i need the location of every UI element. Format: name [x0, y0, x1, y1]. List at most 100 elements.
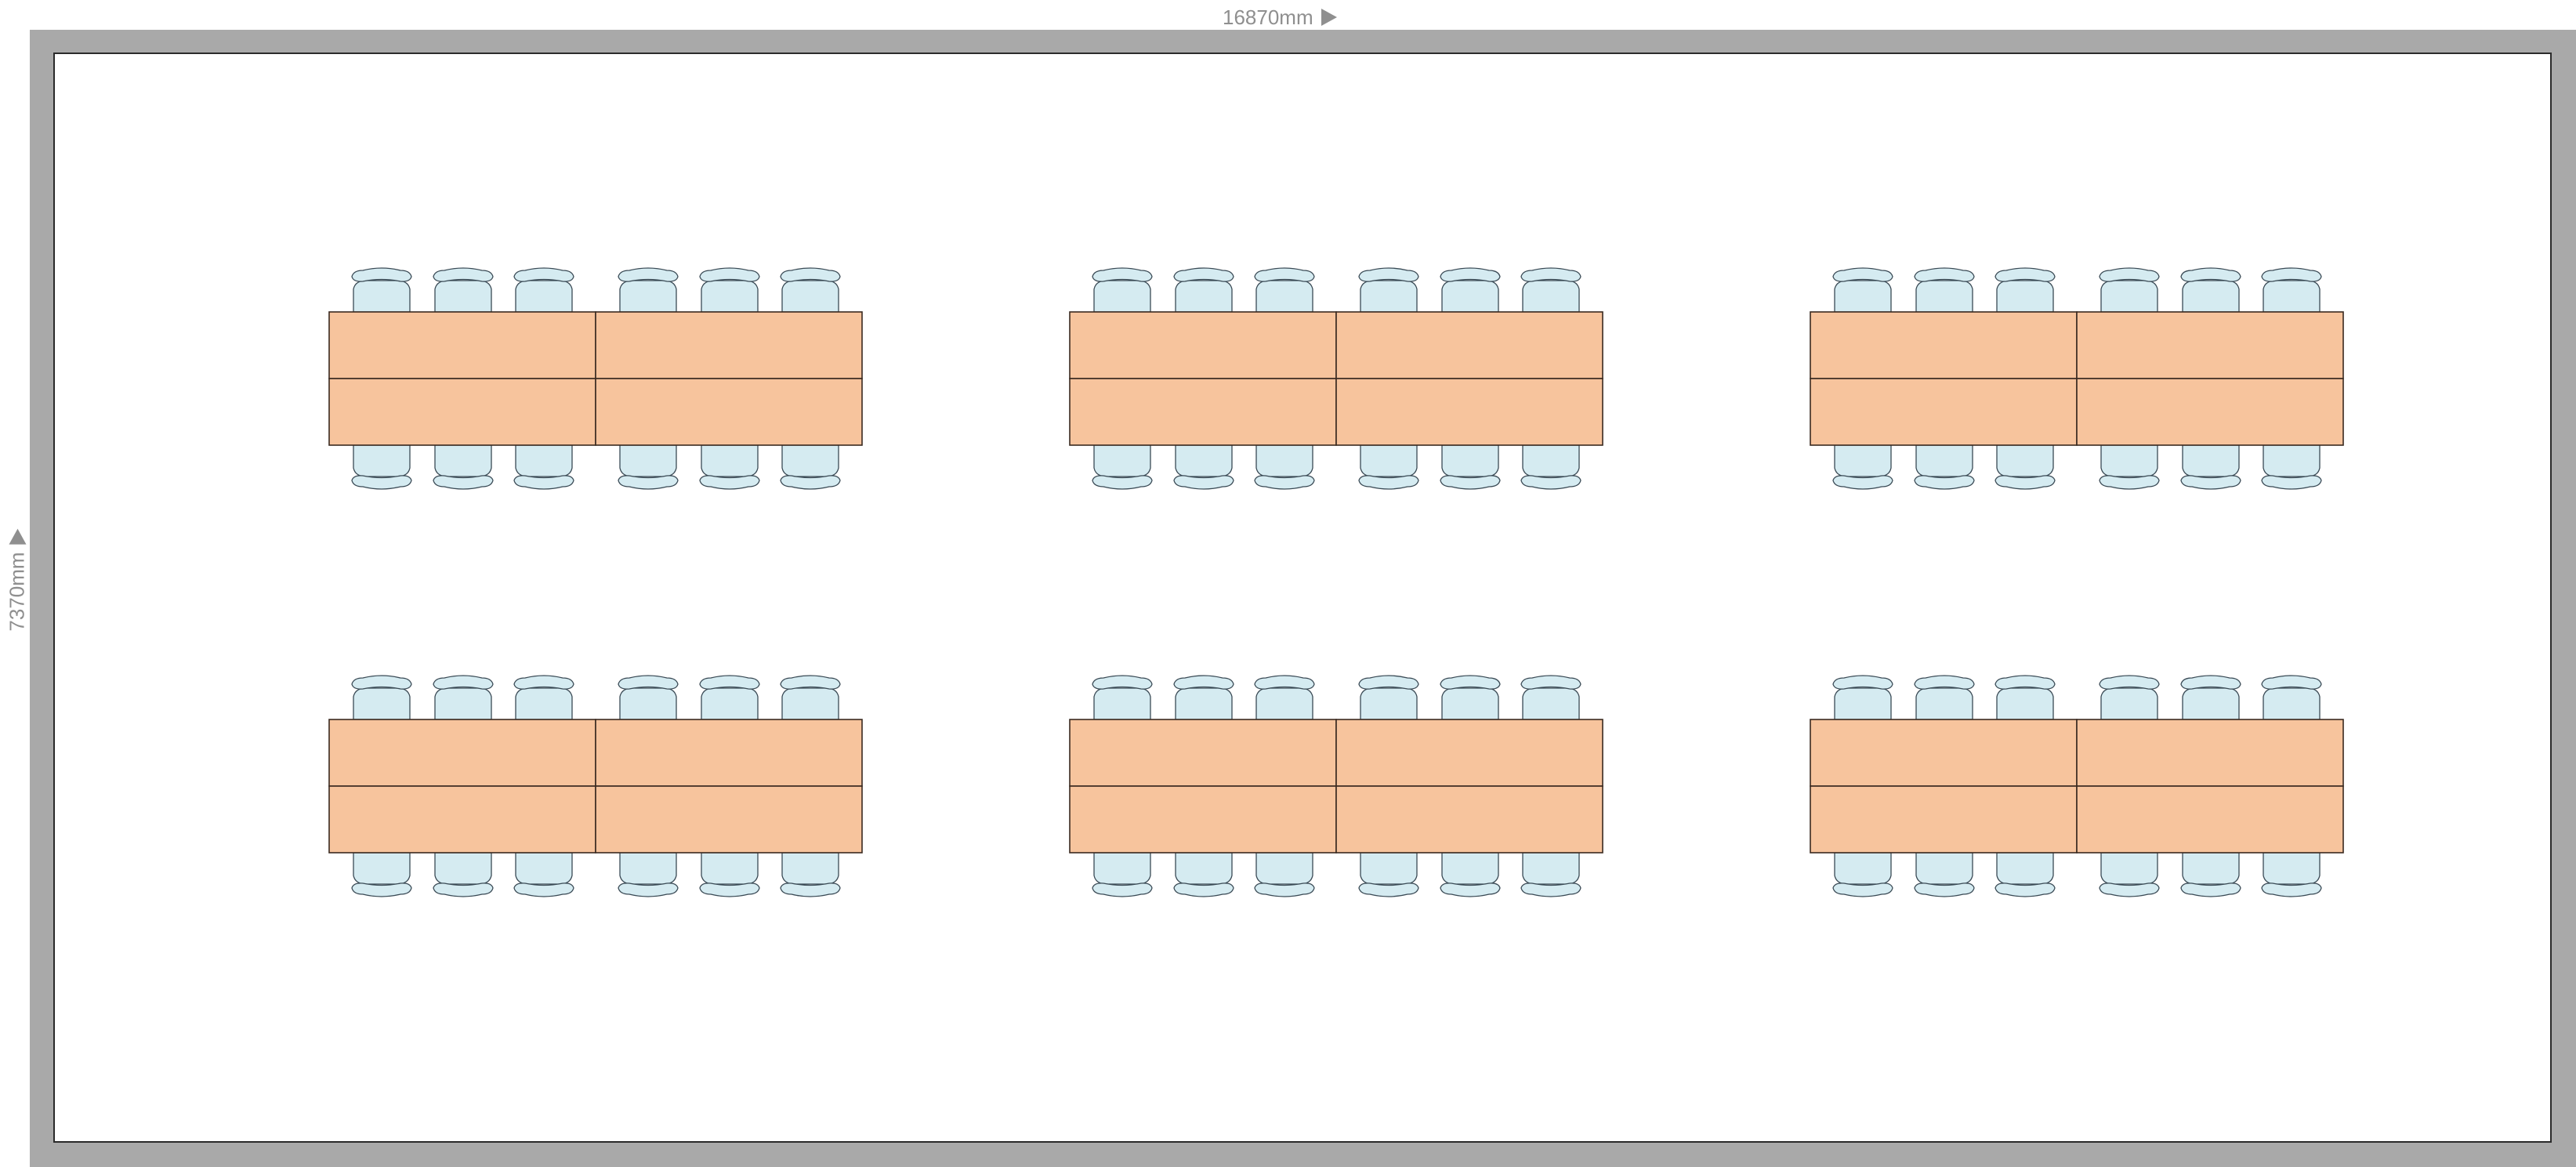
chair-seat: [781, 280, 839, 313]
chair-seat: [619, 444, 677, 477]
chair: [2261, 852, 2322, 897]
chair: [699, 675, 760, 720]
chair: [1914, 444, 1975, 490]
chair-seat: [1175, 280, 1233, 313]
chair-back: [1832, 882, 1893, 897]
chair-seat: [619, 687, 677, 720]
chair-back: [1520, 267, 1581, 282]
chair: [351, 852, 412, 897]
chair-back: [2099, 675, 2160, 690]
chair-seat: [1441, 687, 1499, 720]
chair-back: [1358, 267, 1419, 282]
chair: [351, 267, 412, 313]
chair-back: [780, 675, 841, 690]
chair: [699, 852, 760, 897]
chair: [1914, 675, 1975, 720]
chair-seat: [434, 852, 492, 885]
table-group: [328, 267, 863, 490]
chair: [1914, 852, 1975, 897]
chair: [1914, 267, 1975, 313]
chair-back: [699, 475, 760, 490]
chair-back: [2099, 267, 2160, 282]
chair: [1520, 444, 1581, 490]
chair: [618, 852, 679, 897]
chair-seat: [619, 280, 677, 313]
chair: [1254, 267, 1315, 313]
table: [2076, 719, 2344, 787]
chair: [780, 852, 841, 897]
chair: [1092, 267, 1153, 313]
chair-seat: [353, 444, 411, 477]
chair-seat: [1360, 852, 1418, 885]
chair-seat: [434, 444, 492, 477]
chair-seat: [1360, 687, 1418, 720]
chair: [780, 444, 841, 490]
chair: [1173, 852, 1234, 897]
chair-back: [1994, 882, 2056, 897]
table-group: [1069, 267, 1603, 490]
chair-back: [618, 475, 679, 490]
chair-back: [1254, 267, 1315, 282]
chair-seat: [2263, 687, 2321, 720]
chair: [1092, 852, 1153, 897]
chair: [2099, 267, 2160, 313]
table: [1069, 719, 1337, 787]
chair-seat: [1255, 687, 1313, 720]
chair-seat: [781, 687, 839, 720]
chair-seat: [515, 444, 573, 477]
chair: [1254, 675, 1315, 720]
chair-back: [618, 882, 679, 897]
chair-seat: [1522, 280, 1580, 313]
chair-back: [1440, 475, 1501, 490]
chair: [1994, 852, 2056, 897]
chair-seat: [1175, 852, 1233, 885]
chair: [1994, 675, 2056, 720]
chair-back: [1914, 475, 1975, 490]
table-group: [328, 675, 863, 897]
table: [328, 785, 596, 854]
chair-back: [1440, 882, 1501, 897]
chair: [1440, 852, 1501, 897]
chair-back: [1994, 675, 2056, 690]
chair-back: [780, 475, 841, 490]
chair-seat: [1093, 687, 1151, 720]
chair-seat: [2263, 444, 2321, 477]
chair: [1994, 267, 2056, 313]
chair-back: [699, 267, 760, 282]
table: [595, 378, 863, 446]
chair-back: [433, 267, 494, 282]
chair-seat: [515, 852, 573, 885]
chair: [1520, 675, 1581, 720]
chair-back: [513, 267, 574, 282]
chair-seat: [1834, 852, 1892, 885]
chair: [2099, 444, 2160, 490]
chair: [1358, 852, 1419, 897]
chair-back: [351, 675, 412, 690]
chair: [1832, 852, 1893, 897]
chair-back: [1092, 675, 1153, 690]
chair: [1092, 444, 1153, 490]
chair-back: [1254, 675, 1315, 690]
chair-seat: [781, 444, 839, 477]
chair-back: [2261, 267, 2322, 282]
chair-seat: [515, 280, 573, 313]
chair-back: [2180, 882, 2241, 897]
table: [1810, 719, 2078, 787]
chair-back: [1358, 882, 1419, 897]
chair: [2180, 675, 2241, 720]
chair-back: [1520, 882, 1581, 897]
chair: [513, 444, 574, 490]
chair-back: [1092, 475, 1153, 490]
table: [1810, 378, 2078, 446]
table: [595, 785, 863, 854]
chair: [1358, 267, 1419, 313]
chair-seat: [701, 444, 759, 477]
chair: [2099, 852, 2160, 897]
chair: [513, 852, 574, 897]
chair-back: [2261, 675, 2322, 690]
chair-back: [513, 675, 574, 690]
chair: [1832, 675, 1893, 720]
chair: [1173, 444, 1234, 490]
table: [1335, 311, 1603, 379]
chair-seat: [1522, 687, 1580, 720]
